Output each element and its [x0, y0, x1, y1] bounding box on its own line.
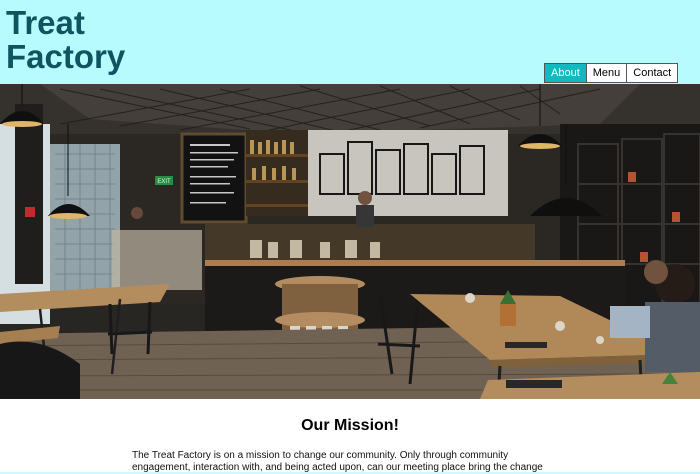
nav-contact[interactable]: Contact: [626, 63, 679, 83]
site-header: Treat Factory About Menu Contact: [0, 0, 700, 84]
main-nav: About Menu Contact: [544, 63, 679, 83]
mission-text: The Treat Factory is on a mission to cha…: [132, 450, 543, 473]
brand-line-1: Treat: [6, 4, 85, 41]
nav-about[interactable]: About: [544, 63, 587, 83]
mission-title: Our Mission!: [301, 417, 399, 434]
nav-menu[interactable]: Menu: [585, 63, 628, 83]
brand-logo[interactable]: Treat Factory: [6, 6, 125, 74]
hero-cafe-photo: EXIT: [0, 84, 700, 399]
mission-section: Our Mission! The Treat Factory is on a m…: [0, 399, 700, 473]
brand-line-2: Factory: [6, 38, 126, 75]
